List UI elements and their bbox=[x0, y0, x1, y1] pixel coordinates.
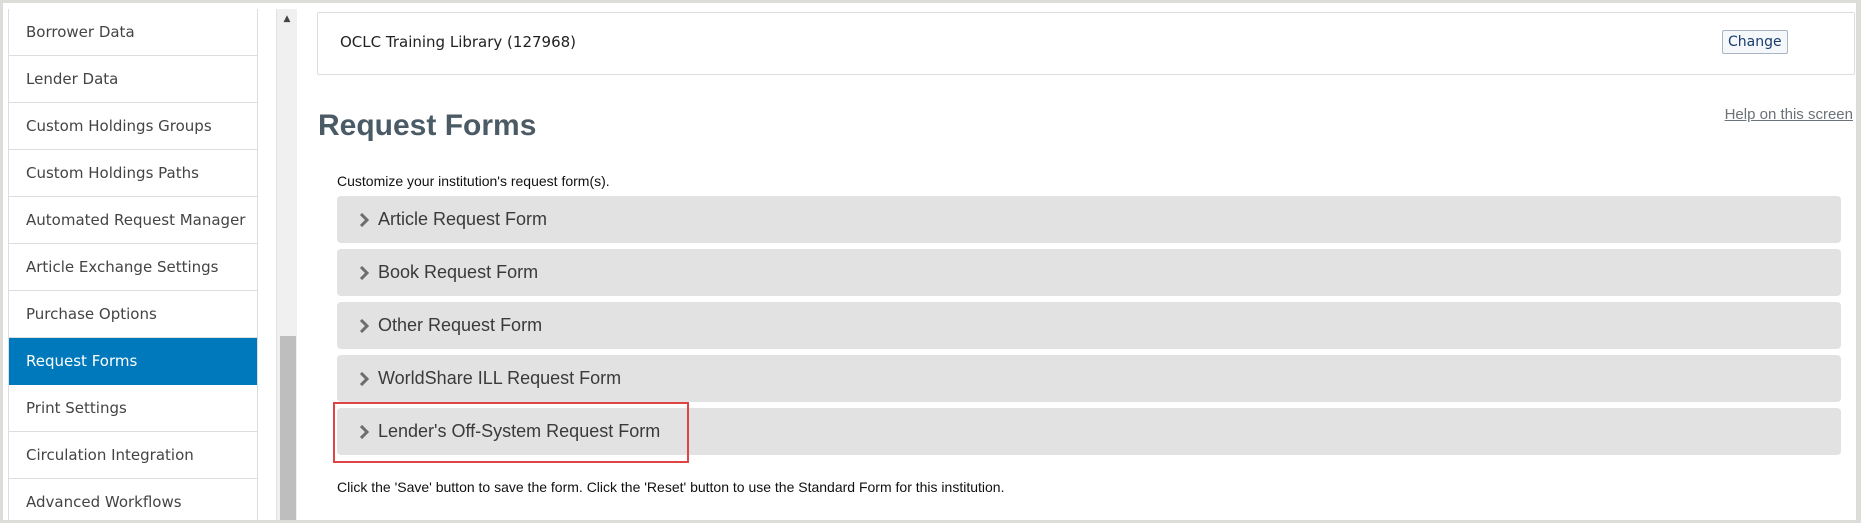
page-title: Request Forms bbox=[318, 109, 537, 142]
scroll-up-arrow-icon[interactable]: ▲ bbox=[277, 9, 297, 29]
accordion-other-request-form[interactable]: Other Request Form bbox=[337, 302, 1841, 349]
sidebar-item-label: Lender Data bbox=[26, 70, 119, 88]
intro-text: Customize your institution's request for… bbox=[337, 173, 610, 189]
sidebar-item-label: Automated Request Manager bbox=[26, 211, 246, 229]
scrollbar-thumb[interactable] bbox=[280, 336, 296, 520]
sidebar-item-custom-holdings-groups[interactable]: Custom Holdings Groups bbox=[9, 103, 257, 150]
sidebar-item-request-forms[interactable]: Request Forms bbox=[9, 338, 257, 385]
help-link[interactable]: Help on this screen bbox=[1725, 106, 1853, 123]
sidebar-item-custom-holdings-paths[interactable]: Custom Holdings Paths bbox=[9, 150, 257, 197]
sidebar-item-label: Borrower Data bbox=[26, 23, 135, 41]
accordion-lenders-off-system-request-form[interactable]: Lender's Off-System Request Form bbox=[337, 408, 1841, 455]
chevron-right-icon bbox=[357, 424, 371, 439]
sidebar-item-print-settings[interactable]: Print Settings bbox=[9, 385, 257, 432]
institution-panel: OCLC Training Library (127968) Change bbox=[317, 12, 1855, 75]
sidebar-item-label: Custom Holdings Groups bbox=[26, 117, 212, 135]
sidebar-item-label: Print Settings bbox=[26, 399, 127, 417]
accordion-article-request-form[interactable]: Article Request Form bbox=[337, 196, 1841, 243]
chevron-right-icon bbox=[357, 265, 371, 280]
accordion-label: Lender's Off-System Request Form bbox=[378, 421, 661, 441]
sidebar-item-advanced-workflows[interactable]: Advanced Workflows bbox=[9, 479, 257, 520]
institution-name: OCLC Training Library (127968) bbox=[340, 33, 577, 51]
accordion-label: Article Request Form bbox=[378, 209, 548, 229]
change-institution-button[interactable]: Change bbox=[1722, 30, 1788, 54]
request-forms-accordion: Article Request Form Book Request Form O… bbox=[337, 196, 1841, 461]
app-frame: Borrower Data Lender Data Custom Holding… bbox=[3, 3, 1856, 520]
chevron-right-icon bbox=[357, 318, 371, 333]
sidebar-item-borrower-data[interactable]: Borrower Data bbox=[9, 9, 257, 56]
sidebar-item-label: Purchase Options bbox=[26, 305, 157, 323]
sidebar-item-circulation-integration[interactable]: Circulation Integration bbox=[9, 432, 257, 479]
sidebar-item-label: Request Forms bbox=[26, 352, 138, 370]
accordion-label: Other Request Form bbox=[378, 315, 543, 335]
accordion-worldshare-ill-request-form[interactable]: WorldShare ILL Request Form bbox=[337, 355, 1841, 402]
sidebar-item-purchase-options[interactable]: Purchase Options bbox=[9, 291, 257, 338]
sidebar-item-label: Circulation Integration bbox=[26, 446, 194, 464]
settings-sidebar: Borrower Data Lender Data Custom Holding… bbox=[8, 9, 258, 520]
sidebar-scrollbar[interactable]: ▲ bbox=[276, 9, 297, 520]
footer-note: Click the 'Save' button to save the form… bbox=[337, 479, 1005, 495]
chevron-right-icon bbox=[357, 212, 371, 227]
accordion-label: Book Request Form bbox=[378, 262, 539, 282]
accordion-book-request-form[interactable]: Book Request Form bbox=[337, 249, 1841, 296]
sidebar-item-lender-data[interactable]: Lender Data bbox=[9, 56, 257, 103]
accordion-label: WorldShare ILL Request Form bbox=[378, 368, 622, 388]
sidebar-item-label: Article Exchange Settings bbox=[26, 258, 219, 276]
main-content: OCLC Training Library (127968) Change Re… bbox=[315, 9, 1855, 520]
sidebar-item-label: Advanced Workflows bbox=[26, 493, 182, 511]
chevron-right-icon bbox=[357, 371, 371, 386]
sidebar-item-automated-request-manager[interactable]: Automated Request Manager bbox=[9, 197, 257, 244]
sidebar-item-article-exchange-settings[interactable]: Article Exchange Settings bbox=[9, 244, 257, 291]
sidebar-item-label: Custom Holdings Paths bbox=[26, 164, 199, 182]
